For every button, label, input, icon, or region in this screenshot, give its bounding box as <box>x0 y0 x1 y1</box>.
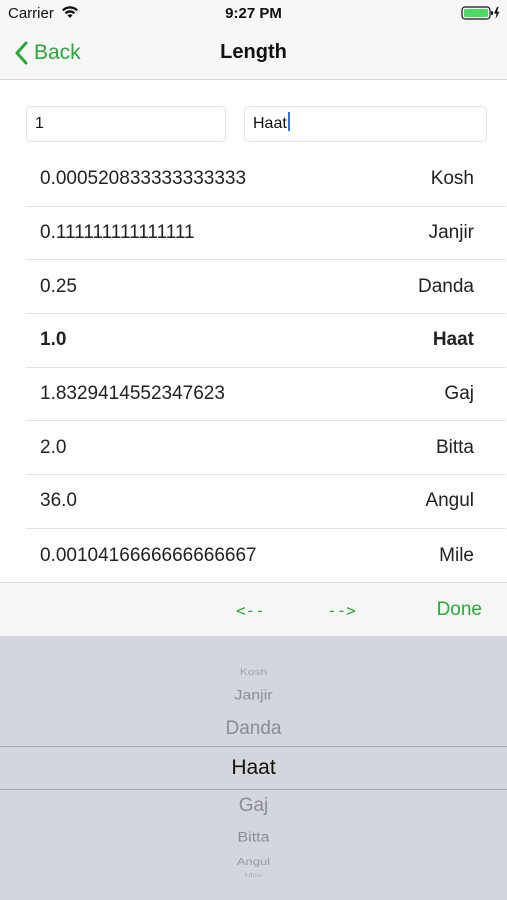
result-value: 1.8329414552347623 <box>40 383 225 405</box>
result-value: 0.000520833333333333 <box>40 168 247 190</box>
picker-selection-bottom-line <box>0 789 507 790</box>
page-title: Length <box>220 41 287 63</box>
result-row[interactable]: 36.0 Angul <box>26 475 506 529</box>
result-unit: Janjir <box>428 222 474 244</box>
previous-field-button[interactable]: <-- <box>236 601 265 620</box>
picker-option[interactable]: Bitta <box>0 830 507 846</box>
value-input[interactable]: 1 <box>26 106 226 142</box>
picker-option[interactable]: Mile <box>0 873 507 879</box>
status-time: 9:27 PM <box>225 5 282 22</box>
result-unit: Mile <box>439 544 474 566</box>
result-row[interactable]: 0.0010416666666666667 Mile <box>26 529 506 583</box>
picker-option[interactable]: Kosh <box>0 667 507 678</box>
picker-selection-top-line <box>0 746 507 747</box>
picker-toolbar: <-- --> Done <box>0 582 507 636</box>
result-value: 1.0 <box>40 329 67 351</box>
result-unit: Bitta <box>435 436 474 458</box>
done-button[interactable]: Done <box>437 599 482 621</box>
result-row[interactable]: 1.8329414552347623 Gaj <box>26 368 506 422</box>
status-bar: Carrier 9:27 PM <box>0 0 507 28</box>
result-unit: Gaj <box>444 383 474 405</box>
result-row[interactable]: 0.111111111111111 Janjir <box>26 207 506 261</box>
picker-option-selected[interactable]: Haat <box>0 756 507 780</box>
navigation-bar: Back Length <box>0 28 507 80</box>
picker-option[interactable]: Angul <box>0 856 507 867</box>
result-unit: Haat <box>432 329 474 351</box>
picker-option[interactable]: Gaj <box>0 795 507 817</box>
result-row-selected[interactable]: 1.0 Haat <box>26 314 506 368</box>
result-value: 0.0010416666666666667 <box>40 544 257 566</box>
battery-icon <box>461 5 501 26</box>
result-value: 0.111111111111111 <box>40 222 195 244</box>
result-unit: Kosh <box>430 168 474 190</box>
result-unit: Danda <box>418 275 474 297</box>
picker-option[interactable]: Janjir <box>0 688 507 704</box>
unit-input-text: Haat <box>253 115 287 132</box>
result-value: 2.0 <box>40 436 67 458</box>
result-row[interactable]: 2.0 Bitta <box>26 421 506 476</box>
conversion-results-list: 0.000520833333333333 Kosh 0.111111111111… <box>26 153 506 583</box>
next-field-button[interactable]: --> <box>327 601 356 620</box>
text-cursor <box>287 112 290 131</box>
value-input-text: 1 <box>35 115 44 132</box>
result-row[interactable]: 0.25 Danda <box>26 260 506 315</box>
picker-option[interactable]: Danda <box>0 718 507 740</box>
unit-picker-wheel[interactable]: Kosh Janjir Danda Haat Gaj Bitta Angul M… <box>0 636 507 900</box>
result-value: 36.0 <box>40 490 77 512</box>
result-unit: Angul <box>425 490 474 512</box>
result-value: 0.25 <box>40 275 77 297</box>
result-row[interactable]: 0.000520833333333333 Kosh <box>26 153 506 207</box>
unit-input[interactable]: Haat <box>244 106 487 142</box>
